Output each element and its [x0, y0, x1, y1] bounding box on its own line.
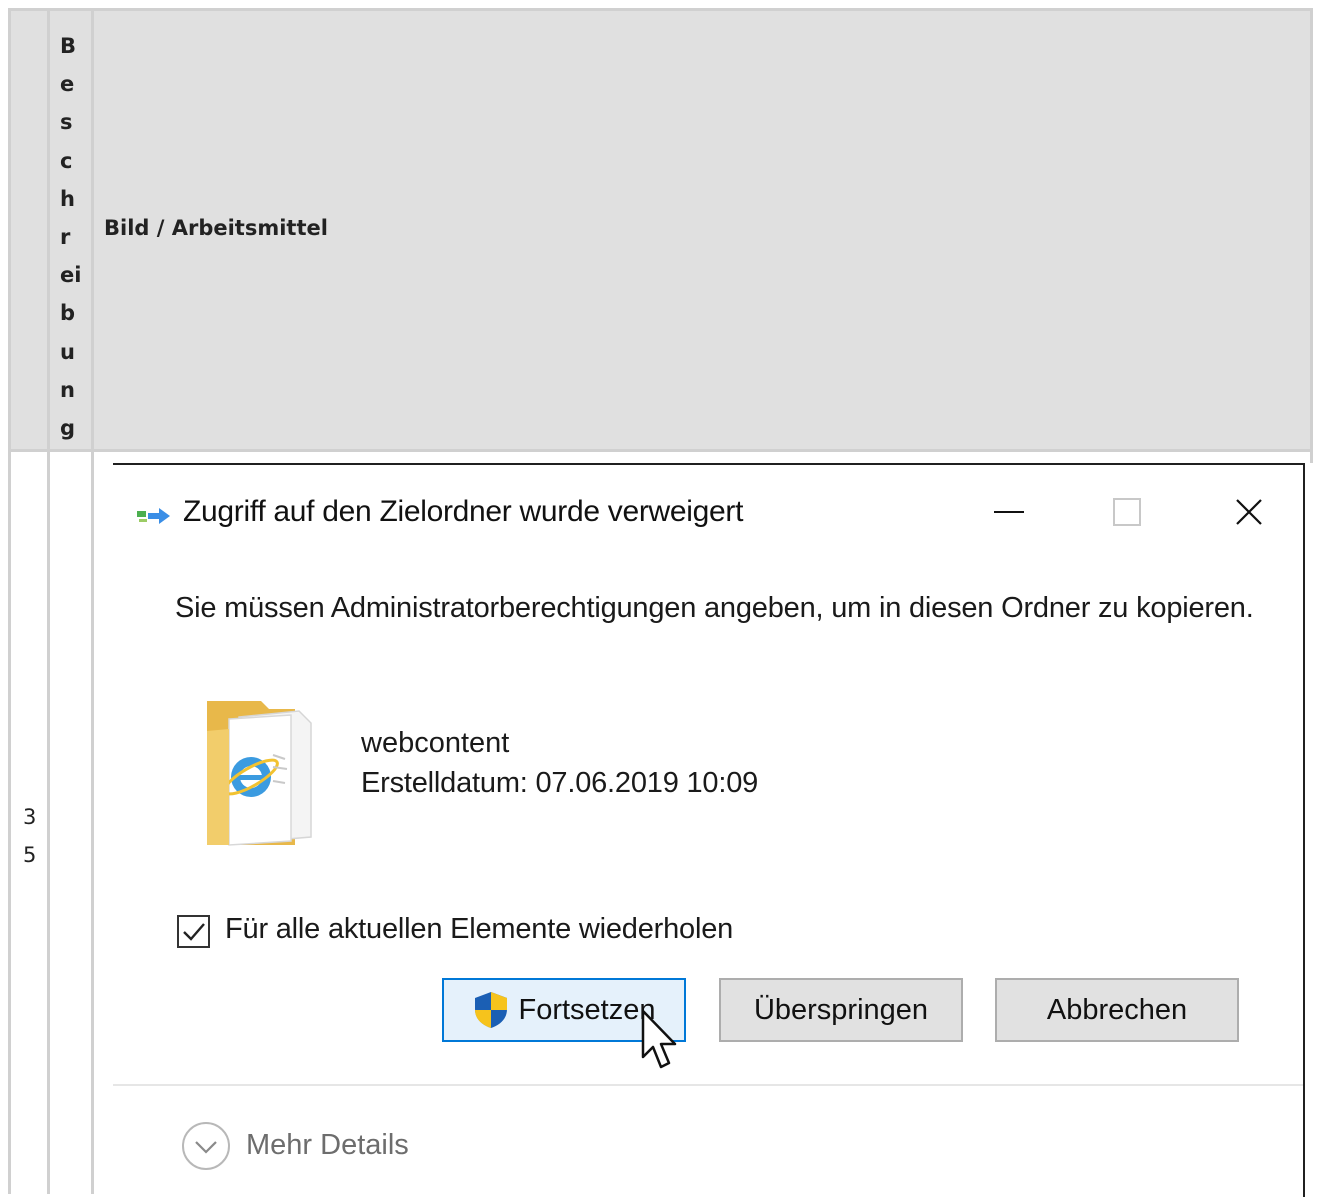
repeat-for-all-label[interactable]: Für alle aktuellen Elemente wiederholen [225, 913, 733, 946]
dialog-message: Sie müssen Administratorberechtigungen a… [175, 592, 1254, 624]
content-table: B e s c h r ei b u n g Bild / Arbeitsmit… [8, 8, 1313, 1197]
row-number: 3 5 [23, 805, 37, 867]
folder-ie-icon [207, 701, 312, 846]
repeat-for-all-checkbox[interactable] [177, 915, 210, 948]
file-name: webcontent [361, 727, 510, 759]
dialog-title: Zugriff auf den Zielordner wurde verweig… [183, 495, 744, 528]
page: B e s c h r ei b u n g Bild / Arbeitsmit… [0, 0, 1317, 1197]
uac-shield-icon [474, 992, 507, 1028]
table-header-row: B e s c h r ei b u n g Bild / Arbeitsmit… [11, 11, 1310, 452]
details-separator [113, 1084, 1303, 1086]
header-cell-number [11, 11, 47, 452]
close-icon [1236, 499, 1262, 525]
cancel-button-label: Abbrechen [1046, 993, 1188, 1026]
copy-progress-icon [137, 508, 170, 524]
more-details-link[interactable]: Mehr Details [246, 1129, 409, 1162]
column-divider [47, 11, 50, 1194]
continue-button-label: Fortsetzen [518, 993, 656, 1026]
dialog-border-right [1303, 463, 1305, 1197]
mouse-pointer-icon [641, 1009, 677, 1069]
dialog-border-top [113, 463, 1305, 465]
cancel-button[interactable]: Abbrechen [995, 978, 1239, 1042]
maximize-icon [1113, 498, 1141, 526]
skip-button-label: Überspringen [753, 993, 929, 1026]
close-button[interactable] [1219, 487, 1279, 537]
row-divider [11, 449, 1310, 452]
minimize-icon [994, 511, 1024, 513]
column-divider [91, 11, 94, 1194]
skip-button[interactable]: Überspringen [719, 978, 963, 1042]
header-cell-bild: Bild / Arbeitsmittel [104, 216, 328, 240]
file-created-date: Erstelldatum: 07.06.2019 10:09 [361, 767, 759, 799]
chevron-down-circle-icon[interactable] [181, 1121, 231, 1171]
maximize-button[interactable] [1097, 487, 1157, 537]
header-cell-beschreibung: B e s c h r ei b u n g [60, 34, 82, 441]
checkmark-icon [183, 923, 205, 941]
access-denied-dialog-screenshot: Zugriff auf den Zielordner wurde verweig… [103, 463, 1313, 1197]
minimize-button[interactable] [979, 487, 1039, 537]
